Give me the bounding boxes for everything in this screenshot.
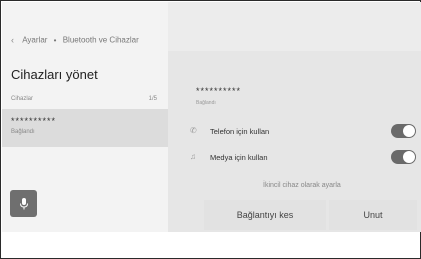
microphone-button[interactable] <box>10 190 37 217</box>
toggle-knob <box>403 151 415 163</box>
left-panel: ‹ Ayarlar • Bluetooth ve Cihazlar Cihazl… <box>2 2 168 232</box>
option-phone-label: Telefon için kullan <box>210 127 270 136</box>
chevron-left-icon[interactable]: ‹ <box>11 35 14 45</box>
device-count: 1/5 <box>148 96 157 102</box>
page-title: Cihazları yönet <box>11 67 98 82</box>
device-status: Bağlandı <box>11 129 35 135</box>
set-secondary-device-button[interactable]: İkincil cihaz olarak ayarla <box>263 182 341 189</box>
disconnect-button[interactable]: Bağlantıyı kes <box>204 200 326 230</box>
breadcrumb-parent[interactable]: Ayarlar <box>22 36 47 45</box>
toggle-knob <box>403 125 415 137</box>
screen-frame: ‹ Ayarlar • Bluetooth ve Cihazlar Cihazl… <box>0 0 421 259</box>
device-list-label: Cihazlar <box>11 96 34 102</box>
option-media: ♫ Medya için kullan <box>190 148 421 168</box>
option-media-label: Medya için kullan <box>210 153 268 162</box>
display: ‹ Ayarlar • Bluetooth ve Cihazlar Cihazl… <box>2 2 421 232</box>
device-list-header: Cihazlar 1/5 <box>11 96 157 102</box>
right-header-bar <box>168 2 421 51</box>
microphone-icon <box>19 197 28 209</box>
device-name: ********** <box>11 116 57 126</box>
forget-button[interactable]: Unut <box>329 200 417 230</box>
device-list-item[interactable]: ********** Bağlandı <box>2 109 168 147</box>
music-note-icon: ♫ <box>190 152 196 161</box>
phone-toggle[interactable] <box>391 124 416 138</box>
option-phone: ✆ Telefon için kullan <box>190 122 421 142</box>
selected-device-name: ********** <box>196 86 242 96</box>
media-toggle[interactable] <box>391 150 416 164</box>
breadcrumb-separator: • <box>53 35 57 45</box>
breadcrumb-current: Bluetooth ve Cihazlar <box>62 35 139 45</box>
phone-icon: ✆ <box>190 126 197 135</box>
selected-device-status: Bağlandı <box>196 100 216 106</box>
right-panel: ********** Bağlandı ✆ Telefon için kulla… <box>168 2 421 232</box>
breadcrumb: ‹ Ayarlar • Bluetooth ve Cihazlar <box>11 35 139 45</box>
